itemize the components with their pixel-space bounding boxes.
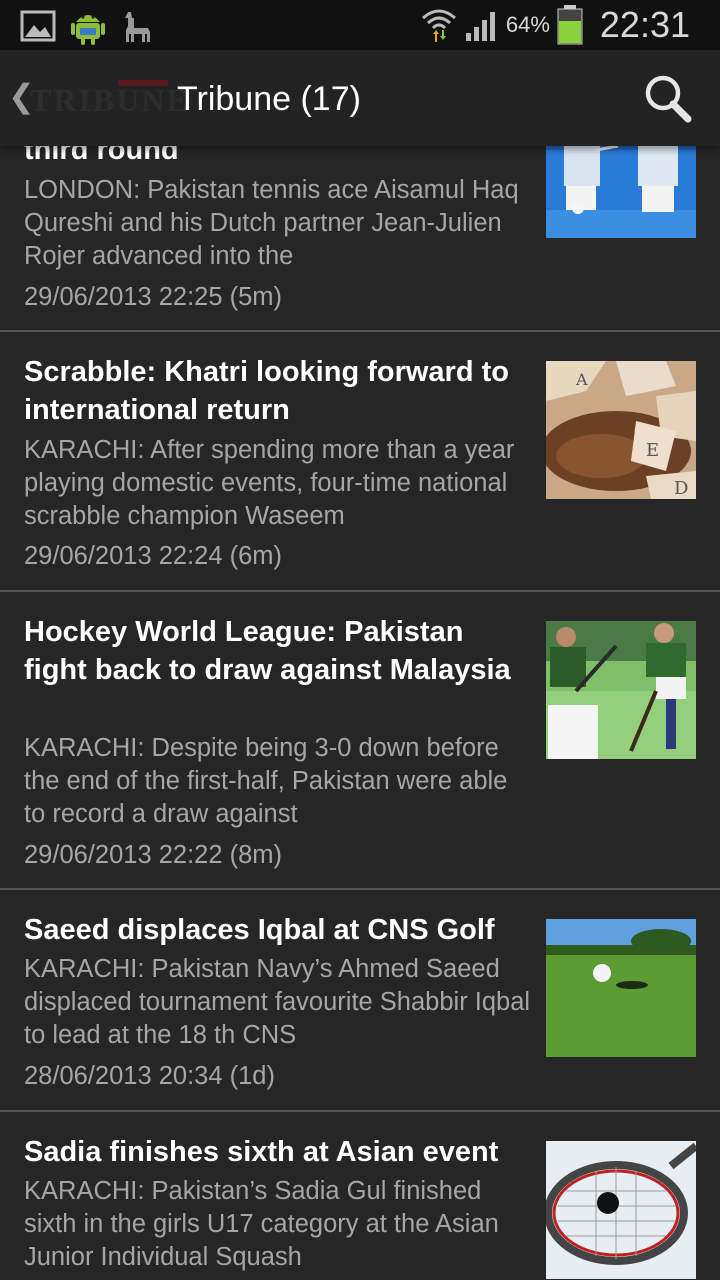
svg-text:A: A: [575, 370, 588, 389]
svg-text:E: E: [646, 440, 659, 461]
article-item[interactable]: Hockey World League: Pakistan fight back…: [0, 592, 720, 889]
article-item[interactable]: Scrabble: Khatri looking forward to inte…: [0, 332, 720, 591]
article-timestamp: 29/06/2013 22:22 (8m): [24, 841, 283, 869]
signal-icon: [465, 12, 495, 41]
wifi-icon: [421, 9, 456, 42]
app-logo: TRIBUNE: [30, 82, 190, 118]
article-snippet: KARACHI: Despite being 3-0 down before t…: [24, 734, 508, 828]
hockey-thumbnail: [546, 621, 696, 759]
golf-thumbnail: [546, 919, 696, 1057]
status-bar: 64% 22:31: [0, 0, 720, 50]
article-item[interactable]: Saeed displaces Iqbal at CNS Golf KARACH…: [0, 890, 720, 1111]
search-icon: [645, 75, 692, 123]
article-snippet: KARACHI: After spending more than a year…: [24, 436, 515, 530]
article-snippet: KARACHI: Pakistan’s Sadia Gul finished s…: [24, 1177, 499, 1271]
article-headline: Scrabble: Khatri looking forward to inte…: [24, 356, 509, 426]
article-item[interactable]: Sadia finishes sixth at Asian event KARA…: [0, 1112, 720, 1280]
article-snippet: KARACHI: Pakistan Navy’s Ahmed Saeed dis…: [24, 955, 531, 1049]
article-headline: Hockey World League: Pakistan fight back…: [24, 616, 511, 686]
battery-icon: [557, 5, 583, 45]
search-button[interactable]: [642, 72, 694, 124]
action-bar: ❮ TRIBUNE Tribune (17): [0, 50, 720, 146]
logo-accent: [118, 80, 168, 86]
scrabble-thumbnail: A E D: [546, 361, 696, 499]
article-timestamp: 29/06/2013 22:25 (5m): [24, 283, 283, 311]
article-timestamp: 29/06/2013 22:24 (6m): [24, 542, 283, 570]
article-headline: Sadia finishes sixth at Asian event: [24, 1136, 499, 1168]
battery-percent: 64%: [505, 12, 550, 37]
gallery-icon: [20, 10, 56, 42]
android-icon: [71, 15, 105, 45]
llama-icon: [125, 12, 150, 42]
app-title: Tribune (17): [177, 80, 361, 118]
article-snippet: LONDON: Pakistan tennis ace Aisamul Haq …: [24, 176, 519, 270]
article-timestamp: 28/06/2013 20:34 (1d): [24, 1062, 275, 1090]
svg-text:D: D: [674, 478, 688, 499]
article-headline: Saeed displaces Iqbal at CNS Golf: [24, 914, 495, 946]
clock: 22:31: [599, 4, 690, 45]
squash-thumbnail: [546, 1141, 696, 1279]
